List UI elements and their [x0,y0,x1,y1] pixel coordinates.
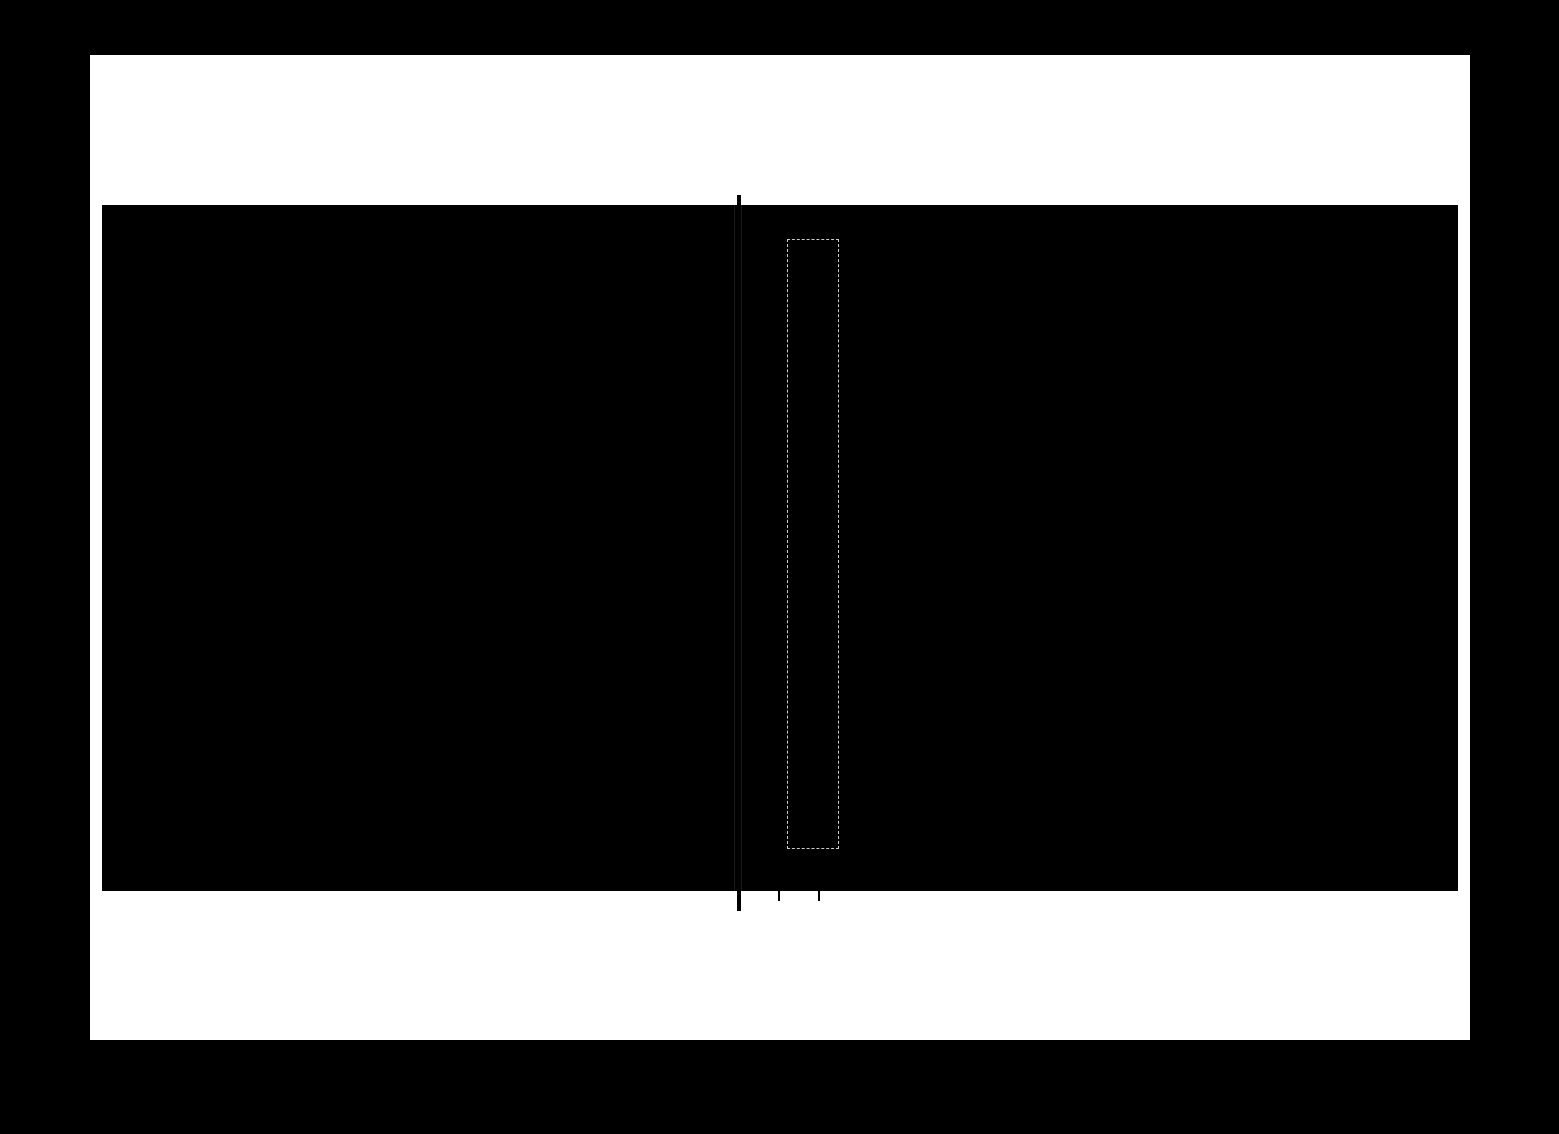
center-divider[interactable] [734,205,742,891]
divider-mark-bottom [737,889,741,911]
guide-mark-left [778,887,780,901]
canvas-area[interactable] [102,205,1458,891]
guide-mark-right [818,887,820,901]
selection-marquee[interactable] [787,239,839,849]
editor-frame [90,55,1470,1040]
